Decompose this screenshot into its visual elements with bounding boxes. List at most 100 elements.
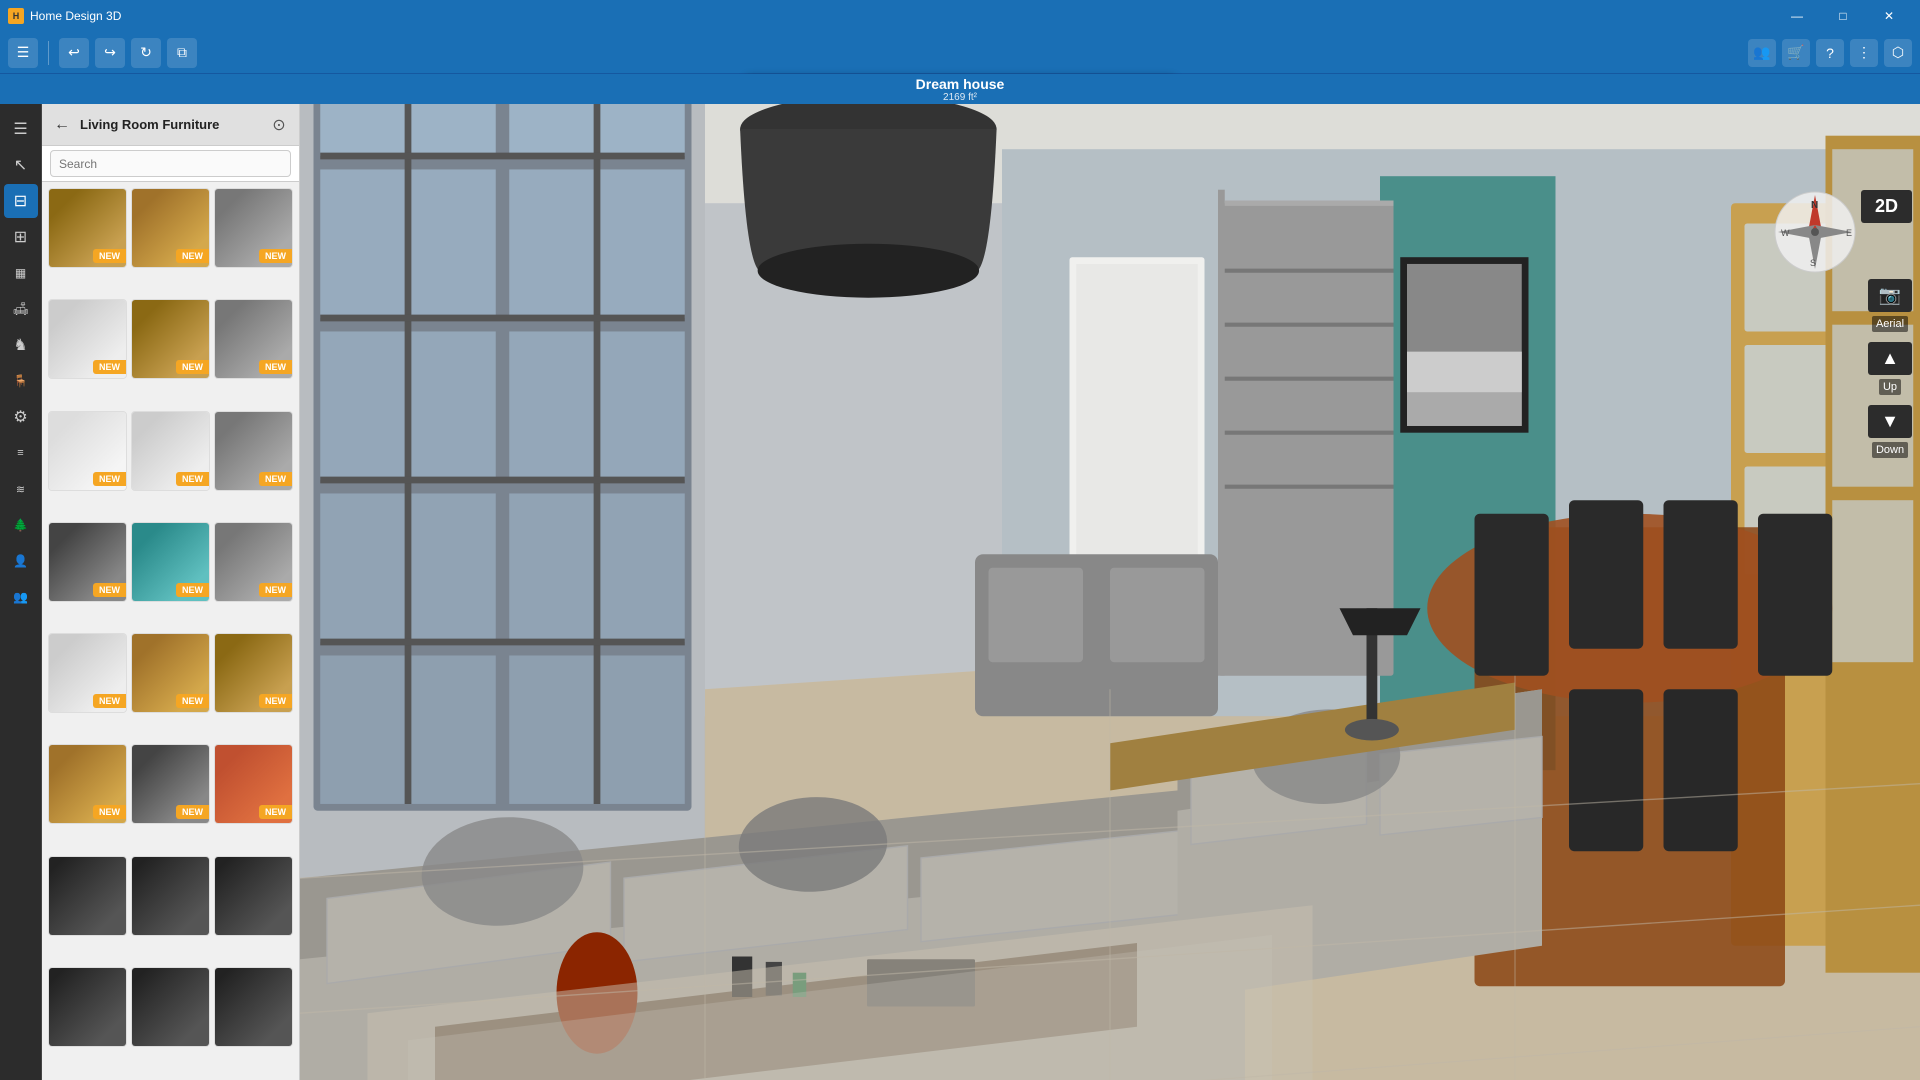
furniture-item-20[interactable] [131, 856, 210, 936]
view-2d-button[interactable]: 2D [1861, 190, 1912, 223]
down-label: Down [1872, 442, 1908, 458]
project-size: 2169 ft² [916, 92, 1005, 103]
aerial-label: Aerial [1872, 316, 1908, 332]
menu-button[interactable]: ☰ [8, 38, 38, 68]
new-badge-11: New [176, 583, 209, 597]
close-button[interactable]: ✕ [1866, 0, 1912, 32]
furniture-item-6[interactable]: New [214, 299, 293, 379]
left-icon-tree[interactable]: 🌲 [4, 508, 38, 542]
redo-button[interactable]: ↪ [95, 38, 125, 68]
more-button[interactable]: ⋮ [1850, 39, 1878, 67]
up-label: Up [1879, 379, 1901, 395]
left-icon-layers[interactable]: ⊟ [4, 184, 38, 218]
maximize-button[interactable]: □ [1820, 0, 1866, 32]
room-scene-svg [300, 104, 1920, 1080]
left-icon-cursor[interactable]: ↖ [4, 148, 38, 182]
left-icon-rooms[interactable]: ⊞ [4, 220, 38, 254]
new-badge-5: New [176, 360, 209, 374]
cart-button[interactable]: 🛒 [1782, 39, 1810, 67]
furniture-item-15[interactable]: New [214, 633, 293, 713]
users-button[interactable]: 👥 [1748, 39, 1776, 67]
left-icon-stairs[interactable]: ≋ [4, 472, 38, 506]
furniture-item-5[interactable]: New [131, 299, 210, 379]
new-badge-7: New [93, 472, 126, 486]
furniture-item-14[interactable]: New [131, 633, 210, 713]
header-bar: Dream house 2169 ft² [0, 74, 1920, 104]
furniture-item-12[interactable]: New [214, 522, 293, 602]
furniture-panel: ← Living Room Furniture ⊙ New New New New Ne… [42, 104, 300, 1080]
left-sidebar: ☰ ↖ ⊟ ⊞ ▦ 🛋 ♞ 🪑 ⚙ ≡ ≋ 🌲 👤 👥 [0, 104, 42, 1080]
search-bar [42, 146, 299, 182]
furniture-item-19[interactable] [48, 856, 127, 936]
new-badge-2: New [176, 249, 209, 263]
account-button[interactable]: ⬡ [1884, 39, 1912, 67]
left-icon-group[interactable]: 👥 [4, 580, 38, 614]
back-button[interactable]: ← [50, 113, 74, 137]
undo-button[interactable]: ↩ [59, 38, 89, 68]
panel-header: ← Living Room Furniture ⊙ [42, 104, 299, 146]
new-badge-3: New [259, 249, 292, 263]
new-badge-18: New [259, 805, 292, 819]
furniture-item-18[interactable]: New [214, 744, 293, 824]
new-badge-17: New [176, 805, 209, 819]
main-content: ☰ ↖ ⊟ ⊞ ▦ 🛋 ♞ 🪑 ⚙ ≡ ≋ 🌲 👤 👥 ← Living Roo… [0, 104, 1920, 1080]
furniture-item-4[interactable]: New [48, 299, 127, 379]
new-badge-6: New [259, 360, 292, 374]
furniture-item-22[interactable] [48, 967, 127, 1047]
copy-button[interactable]: ⧉ [167, 38, 197, 68]
left-icon-sofa[interactable]: 🛋 [4, 292, 38, 326]
furniture-item-1[interactable]: New [48, 188, 127, 268]
new-badge-14: New [176, 694, 209, 708]
furniture-item-11[interactable]: New [131, 522, 210, 602]
header-right-buttons: 👥 🛒 ? ⋮ ⬡ [1748, 39, 1912, 67]
new-badge-8: New [176, 472, 209, 486]
new-badge-9: New [259, 472, 292, 486]
help-button[interactable]: ? [1816, 39, 1844, 67]
history-button[interactable]: ↻ [131, 38, 161, 68]
left-icon-person[interactable]: 👤 [4, 544, 38, 578]
scan-button[interactable]: ⊙ [267, 113, 291, 137]
panel-title: Living Room Furniture [80, 117, 261, 132]
new-badge-16: New [93, 805, 126, 819]
furniture-item-8[interactable]: New [131, 411, 210, 491]
title-bar-left: H Home Design 3D [8, 8, 121, 24]
svg-text:W: W [1781, 228, 1790, 238]
left-icon-tools[interactable]: ⚙ [4, 400, 38, 434]
aerial-button[interactable]: 📷 [1868, 279, 1912, 312]
minimize-button[interactable]: — [1774, 0, 1820, 32]
toolbar: ☰ ↩ ↪ ↻ ⧉ Level Room Wall Architecture O… [0, 32, 1920, 74]
furniture-item-13[interactable]: New [48, 633, 127, 713]
compass: N S W E [1773, 190, 1858, 275]
app-icon: H [8, 8, 24, 24]
furniture-item-24[interactable] [214, 967, 293, 1047]
furniture-item-21[interactable] [214, 856, 293, 936]
furniture-item-23[interactable] [131, 967, 210, 1047]
furniture-item-3[interactable]: New [214, 188, 293, 268]
left-icon-grid[interactable]: ▦ [4, 256, 38, 290]
furniture-item-2[interactable]: New [131, 188, 210, 268]
furniture-item-10[interactable]: New [48, 522, 127, 602]
view-3d[interactable]: N S W E 2D 📷 Aerial ▲ Up ▼ Down [300, 104, 1920, 1080]
left-icon-fence[interactable]: ≡ [4, 436, 38, 470]
window-controls[interactable]: — □ ✕ [1774, 0, 1912, 32]
new-badge-1: New [93, 249, 126, 263]
furniture-item-16[interactable]: New [48, 744, 127, 824]
project-name: Dream house [916, 76, 1005, 92]
toolbar-separator [48, 41, 49, 65]
new-badge-4: New [93, 360, 126, 374]
furniture-item-7[interactable]: New [48, 411, 127, 491]
search-input[interactable] [50, 150, 291, 177]
svg-text:E: E [1846, 228, 1852, 238]
app-title: Home Design 3D [30, 9, 121, 23]
header-center: Dream house 2169 ft² [916, 76, 1005, 103]
title-bar: H Home Design 3D — □ ✕ [0, 0, 1920, 32]
new-badge-13: New [93, 694, 126, 708]
left-icon-horse[interactable]: ♞ [4, 328, 38, 362]
down-button[interactable]: ▼ [1868, 405, 1912, 438]
up-button[interactable]: ▲ [1868, 342, 1912, 375]
svg-text:S: S [1810, 258, 1816, 268]
furniture-item-9[interactable]: New [214, 411, 293, 491]
furniture-item-17[interactable]: New [131, 744, 210, 824]
left-icon-chair[interactable]: 🪑 [4, 364, 38, 398]
left-icon-menu[interactable]: ☰ [4, 112, 38, 146]
